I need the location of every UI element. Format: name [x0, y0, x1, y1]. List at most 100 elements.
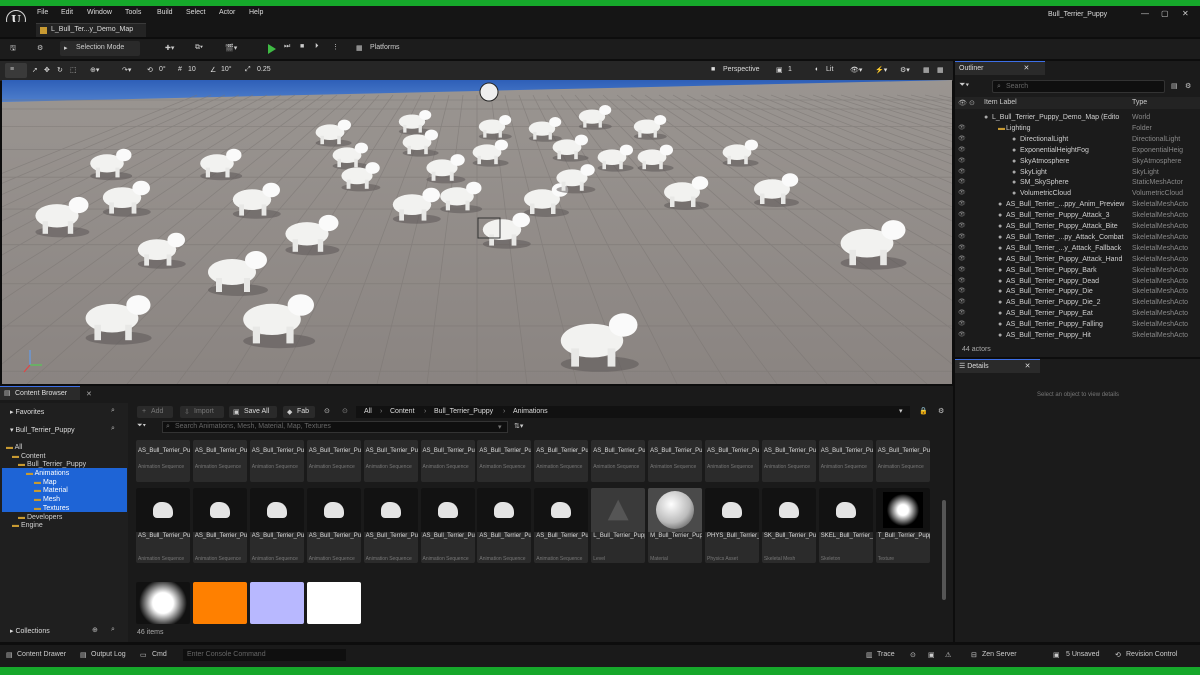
item-label-header[interactable]: Item Label [984, 99, 1017, 106]
grid-snap-value[interactable]: 10 [188, 66, 196, 73]
play-options-icon[interactable]: ⋮ [332, 43, 339, 51]
outliner-settings-icon[interactable]: ⚙ [1185, 82, 1191, 90]
breadcrumb-all[interactable]: All [364, 408, 372, 415]
outliner-row[interactable]: 👁 ● AS_Bull_Terrier_Puppy_Attack_Hand Skele… [955, 254, 1195, 265]
menu-select[interactable]: Select [186, 9, 205, 16]
history-forward-icon[interactable]: ⊙ [342, 407, 348, 415]
content-browser-close-icon[interactable]: ✕ [86, 390, 92, 398]
lit-dropdown[interactable]: Lit [826, 66, 833, 73]
asset-tile[interactable]: AS_Bull_Terrier_Puppy_IdleC Animation Seq… [192, 440, 247, 482]
visibility-toggle-icon[interactable]: 👁 [958, 265, 966, 276]
rotation-snap-value[interactable]: 0° [159, 66, 166, 73]
visibility-toggle-icon[interactable]: 👁 [958, 188, 966, 199]
visibility-toggle-icon[interactable]: 👁 [958, 210, 966, 221]
visibility-toggle-icon[interactable]: 👁 [958, 156, 966, 167]
outliner-row[interactable]: 👁 ● AS_Bull_Terrier_Puppy_Dead SkeletalMesh… [955, 276, 1195, 287]
play-icon[interactable] [268, 44, 276, 54]
visibility-toggle-icon[interactable]: 👁 [958, 243, 966, 254]
surface-snap-icon[interactable]: ↷▾ [122, 66, 131, 74]
asset-tile[interactable]: AS_Bull_Terrier_Puppy_IdleB Animation Seq… [136, 440, 190, 482]
scale-snap-icon[interactable]: ⤢ [245, 66, 251, 74]
console-input[interactable]: Enter Console Command [183, 649, 346, 661]
tree-item-mesh[interactable]: ▬ Mesh [34, 495, 60, 504]
outliner-row[interactable]: 👁 ● AS_Bull_Terrier_...py_Attack_Combat Ske… [955, 232, 1195, 243]
content-drawer-button[interactable]: Content Drawer [17, 651, 66, 658]
asset-tile[interactable]: AS_Bull_Terrier_Puppy_Swim_Backward Anima… [136, 488, 190, 563]
outliner-row[interactable]: 👁 ● AS_Bull_Terrier_Puppy_Die_2 SkeletalMes… [955, 297, 1195, 308]
collections-header[interactable]: ▸ Collections [10, 627, 50, 635]
asset-tile[interactable]: PHYS_Bull_Terrier_Puppy Physics Asset [705, 488, 759, 563]
tree-item-engine[interactable]: ▬ Engine [12, 521, 43, 530]
world-space-icon[interactable]: ⊕▾ [90, 66, 99, 74]
cmd-dropdown[interactable]: Cmd [152, 651, 167, 658]
asset-tile[interactable]: AS_Bull_Terrier_Puppy_Swim_Right_RM Anima… [306, 488, 361, 563]
menu-edit[interactable]: Edit [61, 9, 73, 16]
outliner-row[interactable]: 👁 ● ExponentialHeightFog ExponentialHeig [955, 145, 1195, 156]
blueprints-menu-icon[interactable]: ⧉▾ [195, 44, 203, 52]
asset-tile[interactable]: AS_Bull_Terrier_Puppy_Sitting Animation S… [818, 440, 873, 482]
scale-tool-icon[interactable]: ⬚ [70, 66, 77, 74]
visibility-toggle-icon[interactable]: 👁 [958, 297, 966, 308]
texture-tile[interactable] [136, 582, 190, 624]
texture-tile[interactable] [306, 582, 361, 624]
import-button[interactable]: ⇩ Import [180, 406, 224, 418]
tree-item-animations[interactable]: ▬ Animations [26, 469, 69, 478]
asset-tile[interactable]: AS_Bull_Terrier_Puppy_Sit_UP Animation Se… [761, 440, 816, 482]
outliner-row[interactable]: ● L_Bull_Terrier_Puppy_Demo_Map (Edito Wor… [955, 112, 1195, 123]
menu-tools[interactable]: Tools [125, 9, 141, 16]
camera-speed-value[interactable]: 1 [788, 66, 792, 73]
visibility-toggle-icon[interactable]: 👁 [958, 199, 966, 210]
platforms-button[interactable]: Platforms [370, 44, 400, 51]
zen-server-button[interactable]: Zen Server [982, 651, 1017, 658]
asset-tile[interactable]: AS_Bull_Terrier_Puppy_Run_Right_RM Animat… [648, 440, 703, 482]
add-actor-icon[interactable]: ✚▾ [165, 44, 174, 52]
visibility-toggle-icon[interactable]: 👁 [958, 145, 966, 156]
cb-scrollbar[interactable] [942, 500, 946, 600]
tree-item-bull-terrier-puppy[interactable]: ▬ Bull_Terrier_Puppy [18, 460, 86, 469]
texture-tile[interactable] [249, 582, 304, 624]
tree-item-textures[interactable]: ▬ Textures [34, 504, 69, 513]
grid-snap-icon[interactable]: # [178, 66, 182, 73]
menu-file[interactable]: File [37, 9, 48, 16]
asset-tile[interactable]: AS_Bull_Terrier_Puppy_Sit_Side_way Animat… [705, 440, 759, 482]
outliner-row[interactable]: 👁 ● AS_Bull_Terrier_Puppy_Eat SkeletalMeshA… [955, 308, 1195, 319]
visibility-toggle-icon[interactable]: 👁 [958, 167, 966, 178]
outliner-row[interactable]: 👁 ● AS_Bull_Terrier_...ppy_Anim_Preview Ske… [955, 199, 1195, 210]
outliner-row[interactable]: 👁 ● AS_Bull_Terrier_Puppy_Die SkeletalMeshA… [955, 286, 1195, 297]
outliner-row[interactable]: 👁 ● AS_Bull_Terrier_Puppy_Bark SkeletalMesh… [955, 265, 1195, 276]
history-back-icon[interactable]: ⊙ [324, 407, 330, 415]
asset-tile[interactable]: AS_Bull_Terrier_Puppy_Swim_Left_RM Animat… [249, 488, 304, 563]
map-tab[interactable]: L_Bull_Ter...y_Demo_Map [36, 23, 146, 37]
asset-tile[interactable]: AS_Bull_Terrier_Puppy_Relive Animation Se… [363, 440, 418, 482]
selection-mode-dropdown[interactable]: ▸ Selection Mode [60, 41, 140, 56]
outliner-row[interactable]: 👁 ▬ Lighting Folder [955, 123, 1195, 134]
cb-settings-icon[interactable]: ⚙ [938, 407, 944, 415]
maximize-icon[interactable]: ▢ [1161, 9, 1169, 18]
menu-help[interactable]: Help [249, 9, 263, 16]
asset-tile[interactable]: AS_Bull_Terrier_Puppy_Rest_Pose Animation… [420, 440, 475, 482]
asset-tile[interactable]: AS_Bull_Terrier_Puppy_Walk_Right_RM Anima… [534, 488, 589, 563]
outliner-row[interactable]: 👁 ● SkyLight SkyLight [955, 167, 1195, 178]
outliner-row[interactable]: 👁 ● SkyAtmosphere SkyAtmosphere [955, 156, 1195, 167]
visibility-toggle-icon[interactable]: 👁 [958, 308, 966, 319]
derived-data-icon[interactable]: ⊙ [910, 651, 916, 659]
camera-speed-icon[interactable]: ▣ [776, 66, 783, 74]
maximize-viewport-icon[interactable]: ▦ [937, 66, 944, 74]
outliner-row[interactable]: 👁 ● AS_Bull_Terrier_Puppy_Attack_3 Skeletal… [955, 210, 1195, 221]
step-icon[interactable]: ⏭ [284, 43, 290, 51]
outliner-row[interactable]: 👁 ● AS_Bull_Terrier_Puppy_Hit SkeletalMeshA… [955, 330, 1195, 341]
menu-build[interactable]: Build [157, 9, 173, 16]
outliner-search-input[interactable]: ⌕ Search [992, 80, 1165, 93]
asset-tile[interactable]: AS_Bull_Terrier_Puppy_Walk_Backward Anima… [363, 488, 418, 563]
asset-tile[interactable]: AS_Bull_Terrier_Puppy_Swim_All Animation … [875, 440, 930, 482]
outliner-row[interactable]: 👁 ● AS_Bull_Terrier_...y_Attack_Fallback Sk… [955, 243, 1195, 254]
visibility-toggle-icon[interactable]: 👁 [958, 330, 966, 341]
viewport-menu-button[interactable]: ≡ [5, 63, 27, 78]
layout-icon[interactable]: ▦ [923, 66, 930, 74]
level-viewport[interactable] [2, 80, 952, 384]
asset-tile[interactable]: AS_Bull_Terrier_Puppy_Run_Left_RM Animati… [591, 440, 646, 482]
launch-icon[interactable]: ⏵ [315, 43, 319, 51]
rotate-tool-icon[interactable]: ↻ [57, 66, 63, 74]
cinematics-icon[interactable]: 🎬▾ [225, 44, 237, 52]
rotation-snap-icon[interactable]: ⟲ [147, 66, 153, 74]
